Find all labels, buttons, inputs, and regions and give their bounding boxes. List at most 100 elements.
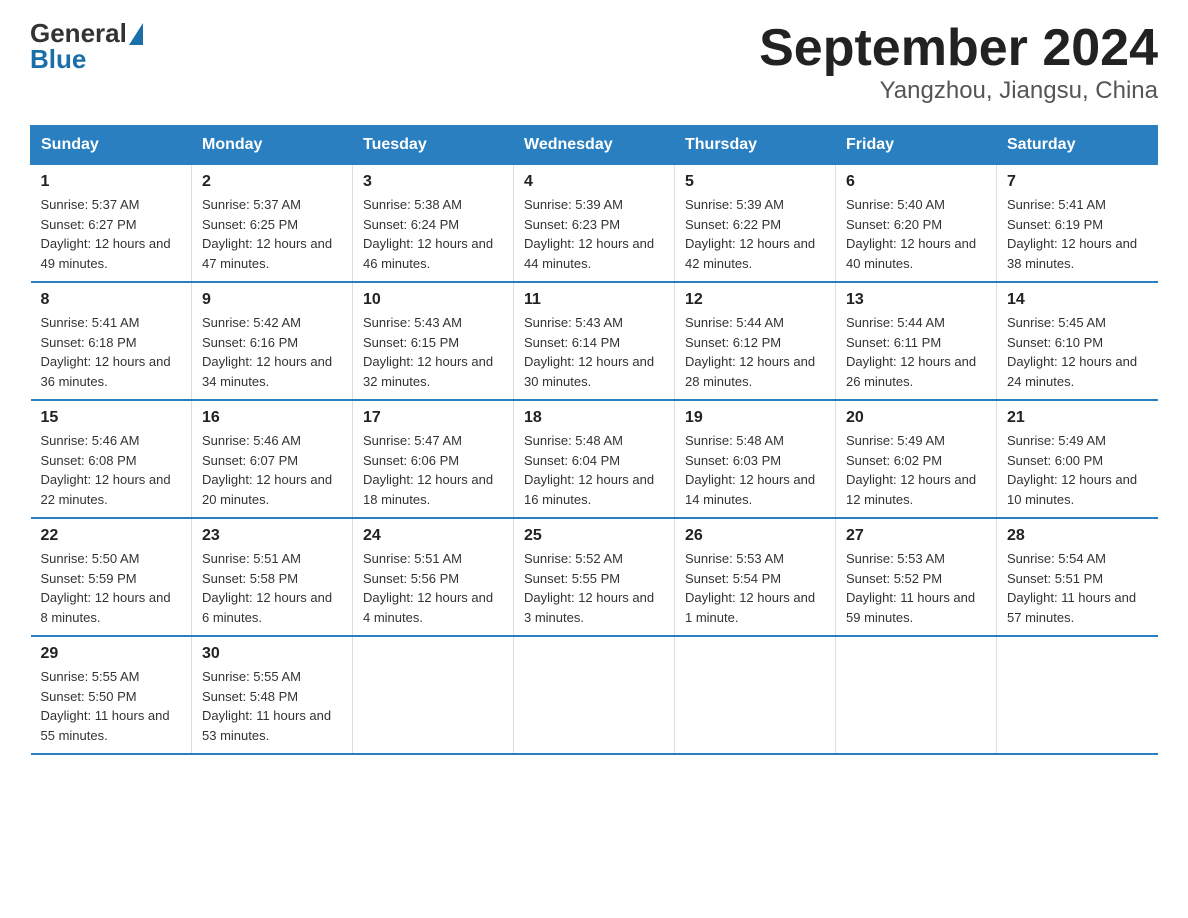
calendar-cell: 1 Sunrise: 5:37 AM Sunset: 6:27 PM Dayli… <box>31 165 192 283</box>
day-number: 22 <box>41 527 182 545</box>
calendar-cell <box>675 636 836 754</box>
day-info: Sunrise: 5:39 AM Sunset: 6:23 PM Dayligh… <box>524 195 664 273</box>
calendar-cell: 25 Sunrise: 5:52 AM Sunset: 5:55 PM Dayl… <box>514 518 675 636</box>
day-number: 6 <box>846 173 986 191</box>
logo-blue: Blue <box>30 46 143 72</box>
day-info: Sunrise: 5:50 AM Sunset: 5:59 PM Dayligh… <box>41 549 182 627</box>
calendar-week-2: 8 Sunrise: 5:41 AM Sunset: 6:18 PM Dayli… <box>31 282 1158 400</box>
calendar-cell: 20 Sunrise: 5:49 AM Sunset: 6:02 PM Dayl… <box>836 400 997 518</box>
day-number: 12 <box>685 291 825 309</box>
calendar-header: Sunday Monday Tuesday Wednesday Thursday… <box>31 126 1158 165</box>
day-number: 9 <box>202 291 342 309</box>
day-number: 28 <box>1007 527 1148 545</box>
day-info: Sunrise: 5:43 AM Sunset: 6:15 PM Dayligh… <box>363 313 503 391</box>
day-number: 1 <box>41 173 182 191</box>
logo-text: General Blue <box>30 20 143 72</box>
day-info: Sunrise: 5:46 AM Sunset: 6:07 PM Dayligh… <box>202 431 342 509</box>
day-number: 25 <box>524 527 664 545</box>
day-info: Sunrise: 5:42 AM Sunset: 6:16 PM Dayligh… <box>202 313 342 391</box>
calendar-cell: 22 Sunrise: 5:50 AM Sunset: 5:59 PM Dayl… <box>31 518 192 636</box>
calendar-cell: 17 Sunrise: 5:47 AM Sunset: 6:06 PM Dayl… <box>353 400 514 518</box>
day-info: Sunrise: 5:41 AM Sunset: 6:18 PM Dayligh… <box>41 313 182 391</box>
header-thursday: Thursday <box>675 126 836 165</box>
calendar-cell: 21 Sunrise: 5:49 AM Sunset: 6:00 PM Dayl… <box>997 400 1158 518</box>
header-row: Sunday Monday Tuesday Wednesday Thursday… <box>31 126 1158 165</box>
header-monday: Monday <box>192 126 353 165</box>
day-info: Sunrise: 5:46 AM Sunset: 6:08 PM Dayligh… <box>41 431 182 509</box>
day-info: Sunrise: 5:54 AM Sunset: 5:51 PM Dayligh… <box>1007 549 1148 627</box>
calendar-cell <box>514 636 675 754</box>
day-info: Sunrise: 5:51 AM Sunset: 5:56 PM Dayligh… <box>363 549 503 627</box>
day-number: 20 <box>846 409 986 427</box>
day-info: Sunrise: 5:38 AM Sunset: 6:24 PM Dayligh… <box>363 195 503 273</box>
calendar-cell: 28 Sunrise: 5:54 AM Sunset: 5:51 PM Dayl… <box>997 518 1158 636</box>
day-info: Sunrise: 5:37 AM Sunset: 6:25 PM Dayligh… <box>202 195 342 273</box>
calendar-cell: 19 Sunrise: 5:48 AM Sunset: 6:03 PM Dayl… <box>675 400 836 518</box>
day-number: 27 <box>846 527 986 545</box>
calendar-cell: 15 Sunrise: 5:46 AM Sunset: 6:08 PM Dayl… <box>31 400 192 518</box>
day-info: Sunrise: 5:37 AM Sunset: 6:27 PM Dayligh… <box>41 195 182 273</box>
calendar-cell: 7 Sunrise: 5:41 AM Sunset: 6:19 PM Dayli… <box>997 165 1158 283</box>
calendar-cell: 18 Sunrise: 5:48 AM Sunset: 6:04 PM Dayl… <box>514 400 675 518</box>
day-info: Sunrise: 5:48 AM Sunset: 6:03 PM Dayligh… <box>685 431 825 509</box>
day-number: 24 <box>363 527 503 545</box>
day-number: 21 <box>1007 409 1148 427</box>
title-block: September 2024 Yangzhou, Jiangsu, China <box>759 20 1158 105</box>
logo-triangle-icon <box>129 23 143 45</box>
header-saturday: Saturday <box>997 126 1158 165</box>
day-info: Sunrise: 5:49 AM Sunset: 6:00 PM Dayligh… <box>1007 431 1148 509</box>
day-number: 8 <box>41 291 182 309</box>
calendar-cell: 5 Sunrise: 5:39 AM Sunset: 6:22 PM Dayli… <box>675 165 836 283</box>
page-header: General Blue September 2024 Yangzhou, Ji… <box>30 20 1158 105</box>
day-info: Sunrise: 5:47 AM Sunset: 6:06 PM Dayligh… <box>363 431 503 509</box>
calendar-week-3: 15 Sunrise: 5:46 AM Sunset: 6:08 PM Dayl… <box>31 400 1158 518</box>
calendar-week-1: 1 Sunrise: 5:37 AM Sunset: 6:27 PM Dayli… <box>31 165 1158 283</box>
day-number: 26 <box>685 527 825 545</box>
day-number: 15 <box>41 409 182 427</box>
day-info: Sunrise: 5:40 AM Sunset: 6:20 PM Dayligh… <box>846 195 986 273</box>
day-info: Sunrise: 5:43 AM Sunset: 6:14 PM Dayligh… <box>524 313 664 391</box>
day-number: 19 <box>685 409 825 427</box>
day-info: Sunrise: 5:44 AM Sunset: 6:11 PM Dayligh… <box>846 313 986 391</box>
day-info: Sunrise: 5:52 AM Sunset: 5:55 PM Dayligh… <box>524 549 664 627</box>
day-number: 2 <box>202 173 342 191</box>
calendar-cell <box>997 636 1158 754</box>
calendar-cell <box>836 636 997 754</box>
calendar-week-4: 22 Sunrise: 5:50 AM Sunset: 5:59 PM Dayl… <box>31 518 1158 636</box>
calendar-body: 1 Sunrise: 5:37 AM Sunset: 6:27 PM Dayli… <box>31 165 1158 755</box>
calendar-cell: 10 Sunrise: 5:43 AM Sunset: 6:15 PM Dayl… <box>353 282 514 400</box>
day-number: 16 <box>202 409 342 427</box>
calendar-cell: 26 Sunrise: 5:53 AM Sunset: 5:54 PM Dayl… <box>675 518 836 636</box>
calendar-cell: 13 Sunrise: 5:44 AM Sunset: 6:11 PM Dayl… <box>836 282 997 400</box>
day-info: Sunrise: 5:48 AM Sunset: 6:04 PM Dayligh… <box>524 431 664 509</box>
day-number: 11 <box>524 291 664 309</box>
calendar-cell: 16 Sunrise: 5:46 AM Sunset: 6:07 PM Dayl… <box>192 400 353 518</box>
calendar-cell <box>353 636 514 754</box>
calendar-cell: 11 Sunrise: 5:43 AM Sunset: 6:14 PM Dayl… <box>514 282 675 400</box>
calendar-cell: 12 Sunrise: 5:44 AM Sunset: 6:12 PM Dayl… <box>675 282 836 400</box>
header-sunday: Sunday <box>31 126 192 165</box>
calendar-cell: 23 Sunrise: 5:51 AM Sunset: 5:58 PM Dayl… <box>192 518 353 636</box>
day-number: 30 <box>202 645 342 663</box>
day-info: Sunrise: 5:55 AM Sunset: 5:50 PM Dayligh… <box>41 667 182 745</box>
day-number: 23 <box>202 527 342 545</box>
day-info: Sunrise: 5:41 AM Sunset: 6:19 PM Dayligh… <box>1007 195 1148 273</box>
day-number: 29 <box>41 645 182 663</box>
day-info: Sunrise: 5:53 AM Sunset: 5:52 PM Dayligh… <box>846 549 986 627</box>
day-number: 14 <box>1007 291 1148 309</box>
calendar-cell: 30 Sunrise: 5:55 AM Sunset: 5:48 PM Dayl… <box>192 636 353 754</box>
day-number: 18 <box>524 409 664 427</box>
day-number: 3 <box>363 173 503 191</box>
day-info: Sunrise: 5:55 AM Sunset: 5:48 PM Dayligh… <box>202 667 342 745</box>
day-info: Sunrise: 5:45 AM Sunset: 6:10 PM Dayligh… <box>1007 313 1148 391</box>
header-tuesday: Tuesday <box>353 126 514 165</box>
day-info: Sunrise: 5:44 AM Sunset: 6:12 PM Dayligh… <box>685 313 825 391</box>
calendar-subtitle: Yangzhou, Jiangsu, China <box>759 77 1158 105</box>
logo-general: General <box>30 20 127 46</box>
calendar-cell: 14 Sunrise: 5:45 AM Sunset: 6:10 PM Dayl… <box>997 282 1158 400</box>
header-friday: Friday <box>836 126 997 165</box>
calendar-cell: 4 Sunrise: 5:39 AM Sunset: 6:23 PM Dayli… <box>514 165 675 283</box>
day-number: 5 <box>685 173 825 191</box>
day-info: Sunrise: 5:51 AM Sunset: 5:58 PM Dayligh… <box>202 549 342 627</box>
calendar-cell: 6 Sunrise: 5:40 AM Sunset: 6:20 PM Dayli… <box>836 165 997 283</box>
